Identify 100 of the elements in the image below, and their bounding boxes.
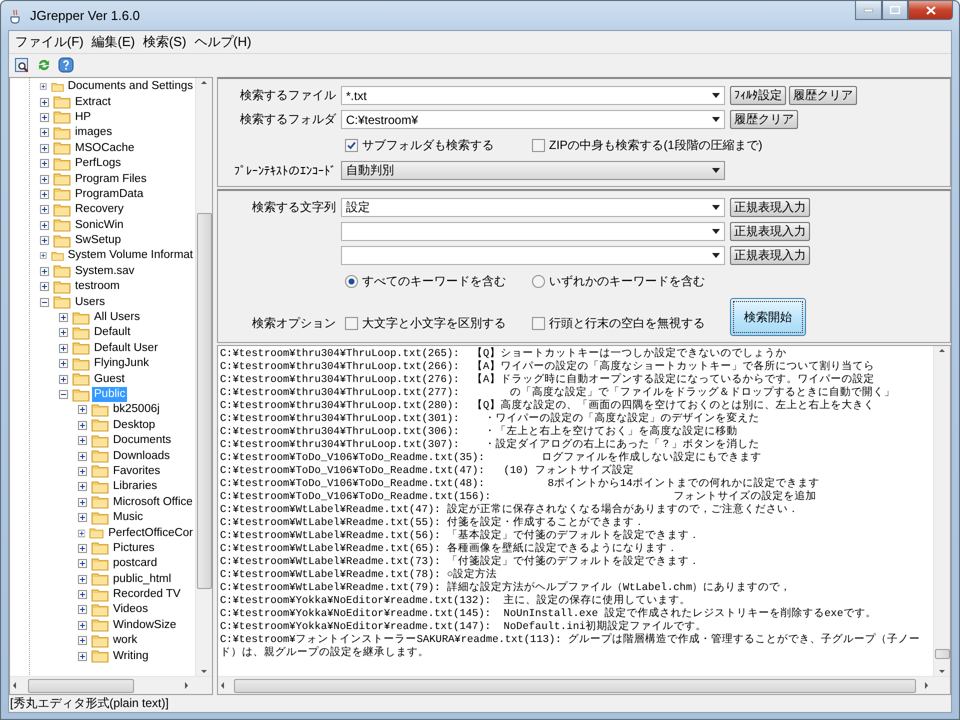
expand-icon[interactable] [78, 620, 87, 630]
folder-label[interactable]: Desktop [111, 418, 158, 433]
refresh-icon[interactable] [36, 57, 52, 73]
regex-input-button[interactable]: 正規表現入力 [730, 246, 810, 265]
expand-icon[interactable] [78, 605, 87, 614]
expand-icon[interactable] [78, 574, 87, 584]
expand-icon[interactable] [78, 636, 87, 646]
scroll-up-arrow-icon[interactable] [199, 78, 209, 87]
expand-icon[interactable] [40, 144, 49, 153]
expand-icon[interactable] [59, 344, 68, 353]
search-string-field[interactable] [341, 222, 725, 241]
maximize-button[interactable] [882, 1, 908, 20]
folder-label[interactable]: Program Files [73, 172, 149, 187]
close-button[interactable] [908, 1, 953, 20]
expand-icon[interactable] [78, 528, 86, 538]
folder-label[interactable]: Default User [92, 340, 160, 356]
expand-icon[interactable] [40, 251, 47, 260]
folder-label[interactable]: Downloads [111, 448, 172, 464]
expand-icon[interactable] [78, 436, 87, 446]
folder-label[interactable]: System Volume Informat [66, 248, 195, 264]
folder-label[interactable]: Extract [73, 94, 113, 110]
folder-label[interactable]: HP [73, 110, 93, 125]
folder-label[interactable]: Videos [111, 602, 150, 618]
expand-icon[interactable] [78, 498, 87, 507]
folder-label[interactable]: Default [92, 325, 132, 340]
expand-icon[interactable] [78, 452, 87, 461]
regex-input-button[interactable]: 正規表現入力 [730, 198, 810, 217]
dropdown-arrow-icon[interactable] [712, 168, 720, 173]
expand-icon[interactable] [59, 374, 68, 384]
dropdown-arrow-icon[interactable] [712, 117, 720, 122]
search-string-field[interactable] [341, 246, 725, 265]
menu-item[interactable]: 検索(S) [138, 33, 190, 51]
dropdown-arrow-icon[interactable] [712, 205, 720, 210]
folder-label[interactable]: PerfectOfficeCor [106, 526, 195, 541]
expand-icon[interactable] [78, 482, 87, 492]
folder-label[interactable]: Guest [92, 372, 127, 387]
scrollbar-thumb[interactable] [28, 678, 134, 692]
folder-label[interactable]: Users [73, 294, 108, 310]
folder-label[interactable]: work [111, 633, 140, 648]
expand-icon[interactable] [59, 328, 68, 338]
folder-field[interactable]: C:¥testroom¥ [341, 110, 725, 129]
folder-label[interactable]: Music [111, 510, 146, 526]
expand-icon[interactable] [78, 590, 87, 600]
search-string-field[interactable]: 設定 [341, 198, 725, 217]
radio-button[interactable] [345, 274, 358, 288]
collapse-icon[interactable] [59, 390, 68, 399]
expand-icon[interactable] [59, 313, 68, 322]
scrollbar-thumb[interactable] [934, 649, 950, 659]
expand-icon[interactable] [59, 359, 68, 368]
file-button[interactable]: ﾌｨﾙﾀ設定 [730, 86, 786, 105]
help-icon[interactable] [58, 57, 74, 73]
folder-label[interactable]: FlyingJunk [92, 356, 151, 372]
scroll-down-arrow-icon[interactable] [937, 667, 947, 676]
scroll-up-arrow-icon[interactable] [937, 346, 947, 355]
expand-icon[interactable] [40, 82, 47, 92]
expand-icon[interactable] [78, 559, 87, 568]
minimize-button[interactable] [855, 1, 882, 20]
folder-label[interactable]: ProgramData [73, 186, 146, 202]
expand-icon[interactable] [78, 652, 87, 661]
folder-label[interactable]: Recovery [73, 202, 126, 218]
scroll-down-arrow-icon[interactable] [199, 667, 209, 676]
folder-label[interactable]: Libraries [111, 479, 160, 494]
expand-icon[interactable] [40, 236, 49, 246]
checkbox[interactable] [345, 316, 358, 330]
folder-label[interactable]: MSOCache [73, 140, 136, 156]
checkbox[interactable] [532, 316, 545, 330]
search-document-icon[interactable] [14, 57, 30, 73]
folder-label[interactable]: public_html [111, 572, 174, 587]
folder-label[interactable]: SonicWin [73, 218, 126, 233]
expand-icon[interactable] [40, 128, 49, 138]
expand-icon[interactable] [78, 420, 87, 430]
expand-icon[interactable] [40, 98, 49, 107]
dropdown-arrow-icon[interactable] [712, 229, 720, 234]
collapse-icon[interactable] [40, 298, 49, 307]
expand-icon[interactable] [78, 544, 87, 553]
folder-label[interactable]: WindowSize [111, 618, 178, 633]
folder-label[interactable]: testroom [73, 279, 122, 294]
dropdown-arrow-icon[interactable] [712, 93, 720, 98]
folder-label[interactable]: images [73, 125, 114, 140]
expand-icon[interactable] [40, 205, 49, 214]
folder-label[interactable]: Microsoft Office [111, 494, 195, 510]
expand-icon[interactable] [40, 174, 49, 184]
folder-label[interactable]: All Users [92, 310, 142, 326]
folder-label[interactable]: Documents and Settings [66, 79, 195, 94]
folder-label[interactable]: Documents [111, 433, 174, 448]
menu-item[interactable]: 編集(E) [88, 33, 139, 51]
folder-label[interactable]: Favorites [111, 464, 162, 479]
folder-label[interactable]: Writing [111, 648, 151, 664]
expand-icon[interactable] [78, 466, 87, 476]
folder-label[interactable]: Pictures [111, 540, 157, 556]
checkbox[interactable] [532, 138, 545, 152]
expand-icon[interactable] [78, 513, 87, 522]
file-button[interactable]: 履歴クリア [789, 86, 857, 105]
encoding-dropdown[interactable]: 自動判別 [341, 161, 725, 180]
dropdown-arrow-icon[interactable] [712, 253, 720, 258]
expand-icon[interactable] [40, 112, 49, 122]
folder-label[interactable]: System.sav [73, 264, 136, 279]
folder-label[interactable]: SwSetup [73, 233, 124, 248]
expand-icon[interactable] [40, 220, 49, 230]
search-start-button[interactable]: 検索開始 [730, 298, 806, 336]
